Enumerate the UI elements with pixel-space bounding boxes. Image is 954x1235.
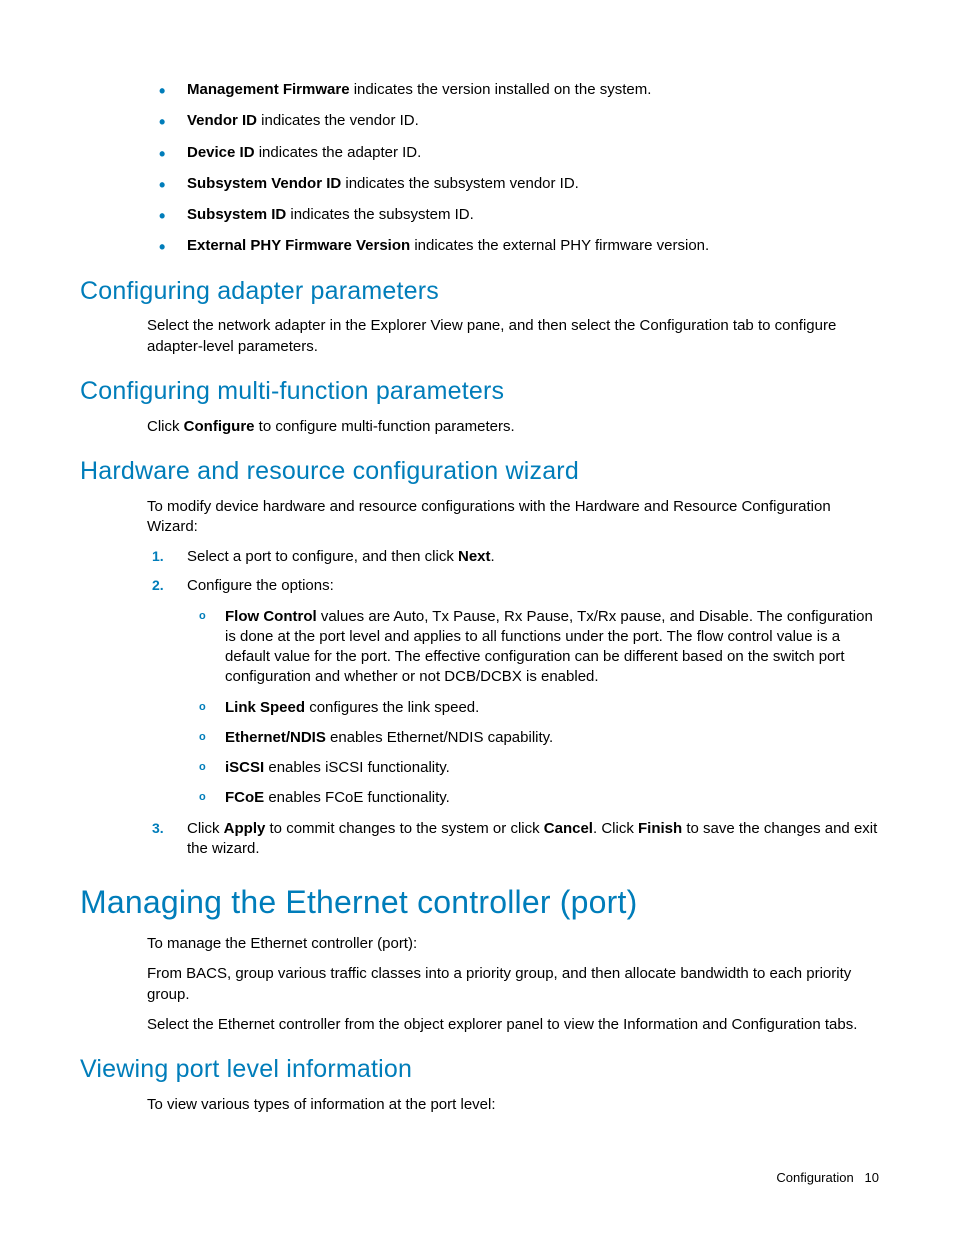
rest: indicates the version installed on the s…	[350, 81, 652, 98]
list-item: Configure the options: Flow Control valu…	[147, 576, 879, 808]
term: Subsystem ID	[187, 206, 286, 223]
list-item: Device ID indicates the adapter ID.	[147, 143, 879, 163]
term: Flow Control	[225, 608, 317, 625]
rest: values are Auto, Tx Pause, Rx Pause, Tx/…	[225, 608, 873, 686]
text: Click	[187, 820, 224, 837]
heading-viewing-port: Viewing port level information	[80, 1053, 879, 1087]
bold-text: Configure	[184, 418, 255, 435]
text: .	[491, 548, 495, 565]
term: Ethernet/NDIS	[225, 729, 326, 746]
term: Management Firmware	[187, 81, 350, 98]
list-item: Management Firmware indicates the versio…	[147, 80, 879, 100]
term: iSCSI	[225, 759, 264, 776]
paragraph: Click Configure to configure multi-funct…	[147, 417, 879, 437]
paragraph: From BACS, group various traffic classes…	[147, 964, 879, 1005]
rest: indicates the external PHY firmware vers…	[410, 237, 709, 254]
footer-page: 10	[865, 1170, 879, 1185]
bold-text: Finish	[638, 820, 682, 837]
term: Link Speed	[225, 699, 305, 716]
rest: indicates the vendor ID.	[257, 112, 419, 129]
rest: enables FCoE functionality.	[264, 789, 450, 806]
heading-configuring-adapter: Configuring adapter parameters	[80, 275, 879, 309]
bold-text: Apply	[224, 820, 266, 837]
rest: indicates the subsystem ID.	[286, 206, 474, 223]
list-item: FCoE enables FCoE functionality.	[187, 788, 879, 808]
list-item: Vendor ID indicates the vendor ID.	[147, 111, 879, 131]
text: Configure the options:	[187, 577, 334, 594]
page-content: Management Firmware indicates the versio…	[0, 0, 954, 1115]
text: . Click	[593, 820, 638, 837]
list-item: External PHY Firmware Version indicates …	[147, 236, 879, 256]
rest: enables Ethernet/NDIS capability.	[326, 729, 553, 746]
rest: indicates the adapter ID.	[255, 144, 422, 161]
term: External PHY Firmware Version	[187, 237, 410, 254]
paragraph: To view various types of information at …	[147, 1095, 879, 1115]
bold-text: Next	[458, 548, 491, 565]
footer-section: Configuration	[776, 1170, 853, 1185]
text: Select a port to configure, and then cli…	[187, 548, 458, 565]
paragraph: To manage the Ethernet controller (port)…	[147, 934, 879, 954]
term: Device ID	[187, 144, 255, 161]
text: to configure multi-function parameters.	[255, 418, 515, 435]
rest: configures the link speed.	[305, 699, 479, 716]
top-bullet-list: Management Firmware indicates the versio…	[147, 80, 879, 257]
term: Subsystem Vendor ID	[187, 175, 341, 192]
list-item: Select a port to configure, and then cli…	[147, 547, 879, 567]
heading-configuring-multi: Configuring multi-function parameters	[80, 375, 879, 409]
list-item: Click Apply to commit changes to the sys…	[147, 819, 879, 860]
paragraph: To modify device hardware and resource c…	[147, 497, 879, 538]
text: Click	[147, 418, 184, 435]
list-item: Link Speed configures the link speed.	[187, 698, 879, 718]
text: to commit changes to the system or click	[265, 820, 543, 837]
heading-hardware-wizard: Hardware and resource configuration wiza…	[80, 455, 879, 489]
numbered-list: Select a port to configure, and then cli…	[147, 547, 879, 859]
list-item: Subsystem Vendor ID indicates the subsys…	[147, 174, 879, 194]
paragraph: Select the Ethernet controller from the …	[147, 1015, 879, 1035]
term: Vendor ID	[187, 112, 257, 129]
heading-managing-ethernet: Managing the Ethernet controller (port)	[80, 881, 879, 924]
sub-list: Flow Control values are Auto, Tx Pause, …	[187, 607, 879, 809]
term: FCoE	[225, 789, 264, 806]
list-item: Ethernet/NDIS enables Ethernet/NDIS capa…	[187, 728, 879, 748]
list-item: iSCSI enables iSCSI functionality.	[187, 758, 879, 778]
bold-text: Cancel	[544, 820, 593, 837]
rest: indicates the subsystem vendor ID.	[341, 175, 579, 192]
rest: enables iSCSI functionality.	[264, 759, 450, 776]
paragraph: Select the network adapter in the Explor…	[147, 316, 879, 357]
list-item: Subsystem ID indicates the subsystem ID.	[147, 205, 879, 225]
list-item: Flow Control values are Auto, Tx Pause, …	[187, 607, 879, 688]
page-footer: Configuration 10	[776, 1169, 879, 1187]
